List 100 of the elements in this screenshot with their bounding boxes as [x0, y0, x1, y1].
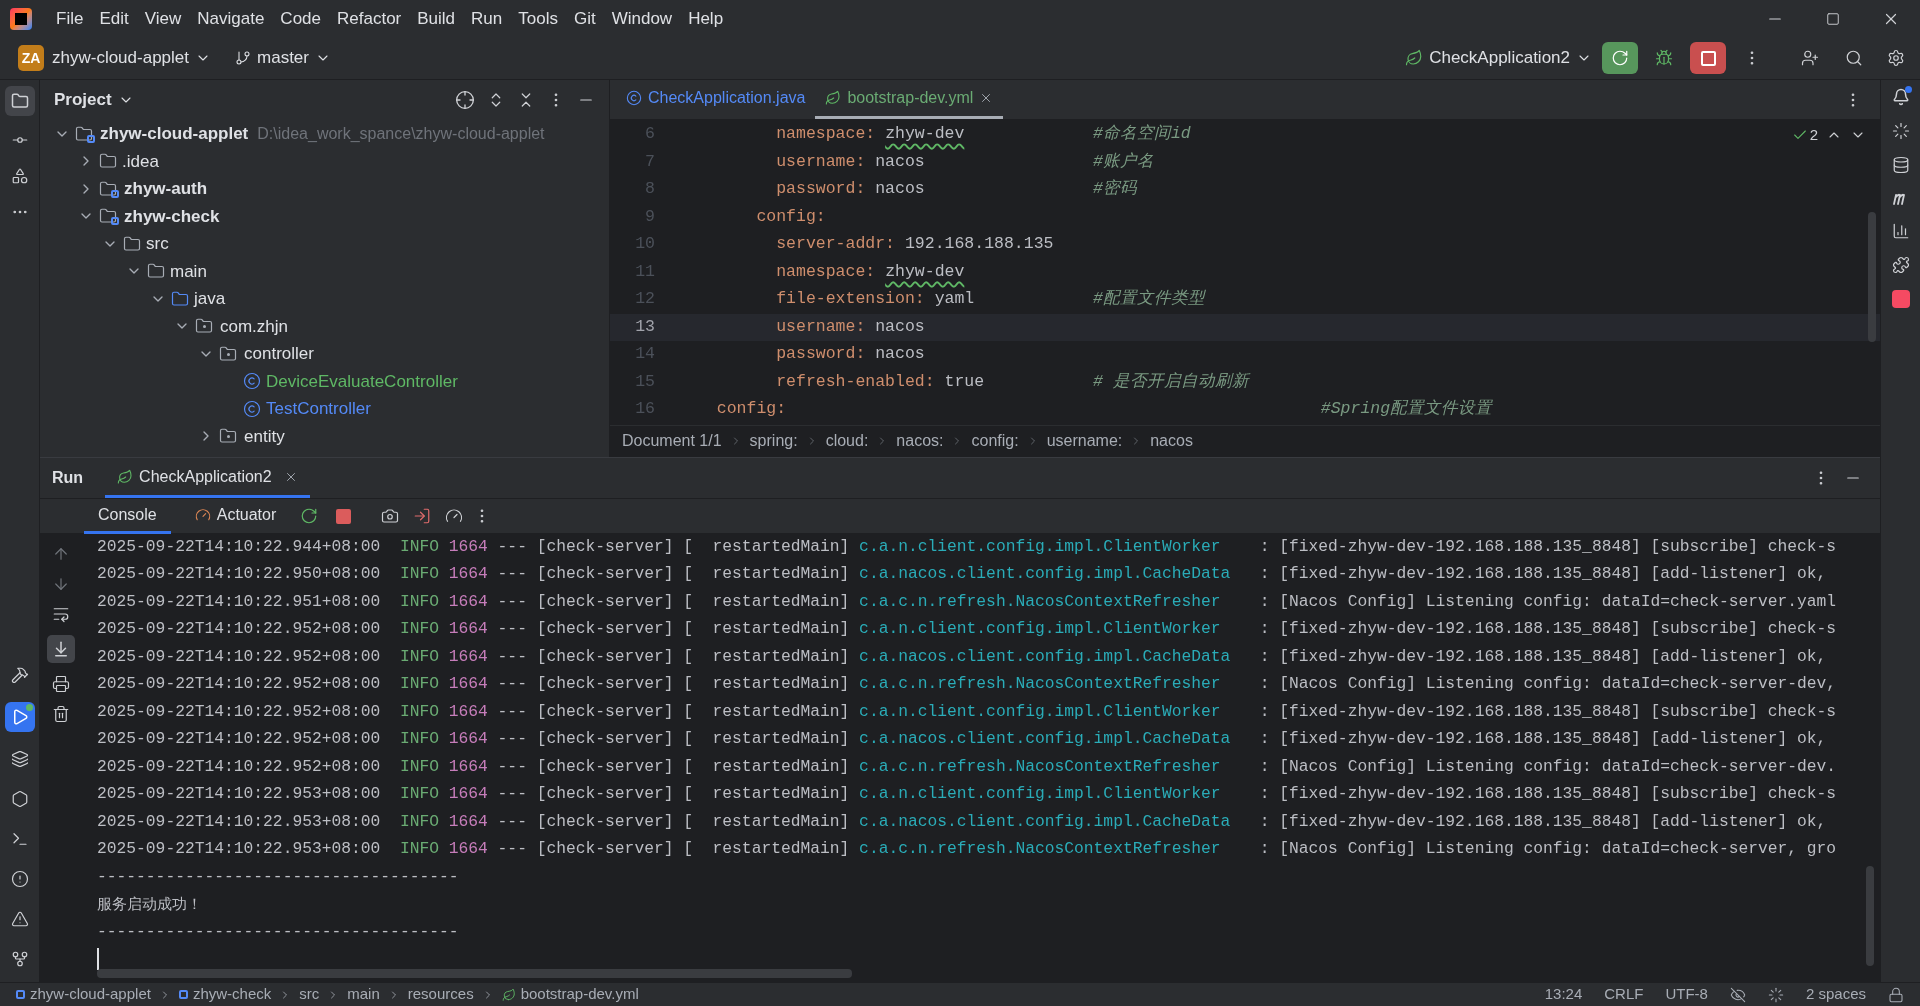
- editor-tab[interactable]: bootstrap-dev.yml: [815, 79, 1004, 119]
- notifications-icon[interactable]: [1891, 88, 1910, 106]
- down-arrow-icon[interactable]: [52, 575, 70, 593]
- log-pid: 1664: [448, 783, 488, 806]
- tree-item[interactable]: main: [170, 258, 207, 284]
- log-timestamp: 2025-09-22T14:10:22.952+08:00: [97, 618, 381, 641]
- project-view-dropdown[interactable]: Project: [54, 87, 134, 113]
- rerun-icon[interactable]: [300, 507, 319, 525]
- menu-item[interactable]: Run: [465, 5, 509, 32]
- tree-item[interactable]: TestController: [266, 396, 371, 422]
- run-config-dropdown[interactable]: CheckApplication2: [1405, 45, 1592, 71]
- console-tab[interactable]: Actuator: [180, 498, 291, 534]
- print-icon[interactable]: [52, 675, 70, 693]
- editor-tab[interactable]: CheckApplication.java: [616, 79, 816, 119]
- inspection-count[interactable]: 2: [1791, 124, 1818, 147]
- stop-button[interactable]: [1690, 42, 1726, 74]
- scroll-to-end-icon[interactable]: [47, 635, 75, 663]
- cursor-position[interactable]: 13:24: [1544, 983, 1583, 1006]
- tree-item[interactable]: zhyw-cloud-applet: [100, 121, 249, 147]
- branch-switcher[interactable]: master: [235, 45, 331, 71]
- log-message: [Nacos Config] Listening config: dataId=check-server.yaml: [1279, 590, 1837, 613]
- menu-item[interactable]: Window: [605, 5, 679, 32]
- tree-item[interactable]: .idea: [122, 148, 159, 174]
- status-path-item[interactable]: resources: [407, 983, 474, 1006]
- menu-item[interactable]: Code: [274, 5, 327, 32]
- indent-setting[interactable]: 2 spaces: [1805, 983, 1866, 1006]
- camera-icon[interactable]: [381, 507, 400, 525]
- log-separator: ---: [497, 563, 527, 586]
- status-path-item[interactable]: main: [347, 983, 380, 1006]
- app-icon[interactable]: [1891, 290, 1910, 308]
- database-icon[interactable]: [1891, 156, 1910, 174]
- menu-item[interactable]: View: [138, 5, 188, 32]
- spinner-icon[interactable]: [1767, 986, 1784, 1003]
- status-path-item[interactable]: zhyw-check: [192, 983, 272, 1006]
- breadcrumb-item[interactable]: config:: [971, 429, 1019, 454]
- spiral-icon[interactable]: [1891, 122, 1910, 140]
- log-logger: c.a.c.n.refresh.NacosContextRefresher: [859, 756, 1221, 776]
- rerun-button[interactable]: [1602, 42, 1638, 74]
- class-icon: [243, 372, 261, 391]
- tree-item[interactable]: zhyw-auth: [124, 176, 208, 202]
- menu-item[interactable]: Build: [411, 5, 462, 32]
- locate-icon[interactable]: [455, 90, 475, 110]
- breadcrumb-item[interactable]: Document 1/1: [622, 429, 722, 454]
- project-switcher[interactable]: zhyw-cloud-applet: [52, 45, 211, 71]
- log-separator: ---: [497, 755, 527, 778]
- tree-item[interactable]: zhyw-check: [124, 203, 220, 229]
- log-logger: c.a.nacos.client.config.impl.CacheData: [859, 811, 1231, 831]
- log-delimiter: :: [1259, 563, 1270, 586]
- log-level: INFO: [399, 563, 439, 586]
- eye-off-icon[interactable]: [1729, 986, 1746, 1003]
- gauge-icon[interactable]: [445, 507, 464, 525]
- stop-icon[interactable]: [336, 508, 352, 524]
- menu-item[interactable]: Tools: [512, 5, 564, 32]
- menu-item[interactable]: Edit: [93, 5, 135, 32]
- vertical-scrollbar[interactable]: [1866, 866, 1874, 966]
- log-logger: c.a.nacos.client.config.impl.CacheData: [859, 729, 1231, 749]
- project-icon[interactable]: [4, 86, 35, 116]
- status-path-item[interactable]: src: [299, 983, 320, 1006]
- soft-wrap-icon[interactable]: [52, 605, 70, 623]
- log-separator: ---: [497, 645, 527, 668]
- log-logger: c.a.n.client.config.impl.ClientWorker: [859, 701, 1221, 721]
- tree-item[interactable]: DeviceEvaluateController: [266, 368, 458, 394]
- breadcrumb-item[interactable]: cloud:: [825, 429, 869, 454]
- tree-item[interactable]: controller: [244, 341, 314, 367]
- log-app: [check-server]: [536, 673, 674, 696]
- tree-item[interactable]: com.zhjn: [220, 313, 289, 339]
- menu-item[interactable]: Git: [567, 5, 602, 32]
- tree-item[interactable]: src: [146, 231, 169, 257]
- menu-item[interactable]: Refactor: [331, 5, 408, 32]
- code-key: server-addr:: [776, 232, 896, 258]
- run-icon[interactable]: [4, 702, 35, 732]
- status-path-item[interactable]: zhyw-cloud-applet: [30, 983, 151, 1006]
- log-level: INFO: [399, 535, 439, 558]
- log-timestamp: 2025-09-22T14:10:22.951+08:00: [97, 590, 381, 613]
- log-timestamp: 2025-09-22T14:10:22.950+08:00: [97, 563, 381, 586]
- breadcrumb-item[interactable]: username:: [1046, 429, 1123, 454]
- menu-item[interactable]: Help: [682, 5, 730, 32]
- log-thread: [ restartedMain]: [683, 783, 850, 806]
- lock-icon[interactable]: [1888, 986, 1904, 1003]
- code-key: namespace:: [776, 259, 876, 285]
- menu-item[interactable]: File: [50, 5, 90, 32]
- chart-icon[interactable]: [1891, 222, 1910, 240]
- menu-item[interactable]: Navigate: [191, 5, 271, 32]
- plugin-icon[interactable]: [1891, 256, 1910, 274]
- line-separator[interactable]: CRLF: [1604, 983, 1644, 1006]
- log-message: [Nacos Config] Listening config: dataId=check-server-dev,: [1279, 673, 1837, 696]
- horizontal-scrollbar[interactable]: [97, 969, 852, 978]
- file-encoding[interactable]: UTF-8: [1665, 983, 1708, 1006]
- breadcrumb-item[interactable]: nacos:: [896, 429, 944, 454]
- console-tab[interactable]: Console: [84, 498, 171, 534]
- trash-icon[interactable]: [52, 705, 70, 723]
- status-path-item[interactable]: bootstrap-dev.yml: [520, 983, 639, 1006]
- editor-scrollbar[interactable]: [1868, 212, 1876, 342]
- breadcrumb-item[interactable]: nacos: [1150, 429, 1193, 454]
- tree-item[interactable]: entity: [244, 423, 285, 449]
- breadcrumb-item[interactable]: spring:: [749, 429, 798, 454]
- log-separator: ---: [497, 618, 527, 641]
- leaf-icon: [117, 468, 134, 485]
- import-icon[interactable]: [413, 507, 432, 525]
- tree-item[interactable]: java: [194, 286, 226, 312]
